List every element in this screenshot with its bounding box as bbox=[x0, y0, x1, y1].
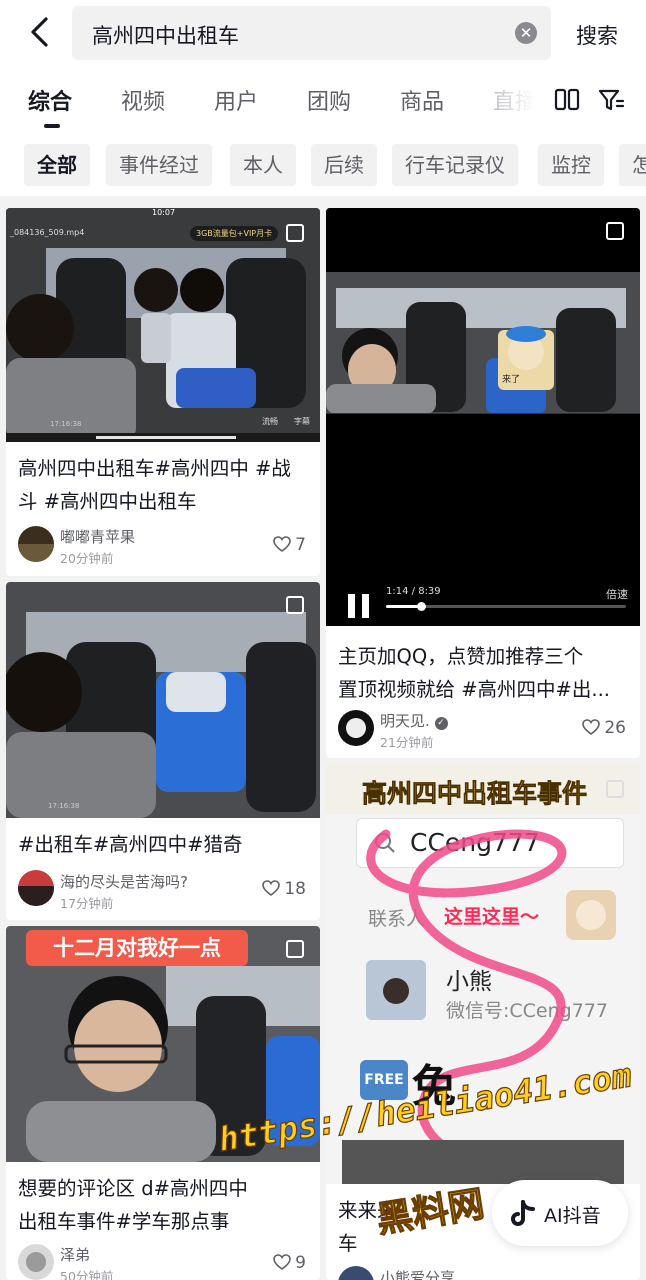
playback-time: 1:14 / 8:39 bbox=[386, 586, 441, 597]
avatar[interactable] bbox=[18, 1244, 54, 1280]
category-tabs: 综合 视频 用户 团购 商品 直播 bbox=[0, 66, 646, 134]
overlay-banner: 十二月对我好一点 bbox=[26, 930, 248, 966]
douyin-logo-icon bbox=[511, 1200, 535, 1226]
search-query: 高州四中出租车 bbox=[92, 24, 239, 48]
like-count[interactable]: 26 bbox=[582, 718, 626, 738]
car-interior-image bbox=[6, 208, 320, 442]
post-time: 17分钟前 bbox=[60, 896, 114, 911]
author-name[interactable]: 小熊爱分享 bbox=[380, 1267, 455, 1280]
card-title: 高州四中出租车#高州四中 #战 斗 #高州四中出租车 bbox=[18, 457, 291, 513]
ai-douyin-label: AI抖音 bbox=[544, 1205, 601, 1227]
pause-icon[interactable] bbox=[346, 592, 372, 620]
multi-image-icon bbox=[286, 596, 304, 614]
filter-chips: 全部 事件经过 本人 后续 行车记录仪 监控 怎 bbox=[0, 134, 646, 196]
filter-icon[interactable] bbox=[597, 86, 625, 114]
heart-icon bbox=[582, 719, 601, 735]
chip-follow-up[interactable]: 后续 bbox=[311, 144, 377, 186]
vip-badge: 3GB流量包+VIP月卡 bbox=[190, 226, 279, 241]
speed-button[interactable]: 倍速 bbox=[606, 586, 628, 602]
chip-self[interactable]: 本人 bbox=[230, 144, 296, 186]
multi-image-icon bbox=[286, 940, 304, 958]
tab-products[interactable]: 商品 bbox=[400, 84, 444, 116]
overlay-timestamp: 17:16:38 bbox=[50, 420, 82, 428]
video-card[interactable]: 十二月对我好一点 想要的评论区 d#高州四中 出租车事件#学车那点事 泽弟 50… bbox=[6, 926, 320, 1280]
author-name[interactable]: 泽弟 bbox=[60, 1244, 90, 1265]
ai-douyin-button[interactable]: AI抖音 bbox=[492, 1180, 628, 1246]
chip-more[interactable]: 怎 bbox=[619, 144, 646, 186]
chip-dashcam[interactable]: 行车记录仪 bbox=[392, 144, 518, 186]
chip-event[interactable]: 事件经过 bbox=[106, 144, 212, 186]
overlay-clock: 10:07 bbox=[152, 208, 176, 217]
active-tab-indicator bbox=[44, 124, 60, 128]
heart-icon bbox=[273, 536, 291, 552]
card-title: #出租车#高州四中#猎奇 bbox=[18, 833, 243, 856]
subtitle-button[interactable]: 字幕 bbox=[294, 416, 310, 427]
post-time: 21分钟前 bbox=[380, 735, 434, 750]
tab-group-buy[interactable]: 团购 bbox=[307, 84, 351, 116]
multi-image-icon bbox=[606, 780, 624, 798]
chip-all[interactable]: 全部 bbox=[24, 144, 90, 186]
overlay-timestamp: 17:16:38 bbox=[48, 802, 80, 810]
fluency-button[interactable]: 流畅 bbox=[262, 416, 278, 427]
author-name[interactable]: 海的尽头是苦海吗? bbox=[60, 871, 188, 892]
video-card[interactable]: 10:07 _084136_509.mp4 3GB流量包+VIP月卡 17:16… bbox=[6, 208, 320, 576]
multi-image-icon bbox=[606, 222, 624, 240]
author-name[interactable]: 嘟嘟青苹果 bbox=[60, 526, 135, 547]
back-arrow-icon[interactable] bbox=[24, 14, 56, 50]
like-count[interactable]: 9 bbox=[273, 1253, 306, 1273]
car-interior-image bbox=[6, 582, 320, 818]
card-title: 主页加QQ，点赞加推荐三个 置顶视频就给 #高州四中#出... bbox=[338, 645, 610, 701]
video-player[interactable]: 来了 1:14 / 8:39 倍速 bbox=[326, 208, 640, 626]
tab-video[interactable]: 视频 bbox=[121, 84, 165, 116]
like-count[interactable]: 7 bbox=[273, 535, 306, 555]
post-time: 50分钟前 bbox=[60, 1269, 114, 1280]
heart-icon bbox=[262, 880, 281, 896]
cat-sticker-label: 来了 bbox=[500, 372, 523, 385]
video-card[interactable]: 17:16:38 #出租车#高州四中#猎奇 海的尽头是苦海吗? 17分钟前 18 bbox=[6, 582, 320, 920]
car-interior-image bbox=[326, 208, 640, 626]
search-button[interactable]: 搜索 bbox=[576, 20, 618, 50]
tab-users[interactable]: 用户 bbox=[214, 84, 258, 116]
card-title: 想要的评论区 d#高州四中 出租车事件#学车那点事 bbox=[18, 1177, 248, 1233]
post-time: 20分钟前 bbox=[60, 551, 114, 566]
multi-image-icon bbox=[286, 224, 304, 242]
heart-icon bbox=[273, 1254, 291, 1270]
like-count[interactable]: 18 bbox=[262, 879, 306, 899]
avatar[interactable] bbox=[18, 870, 54, 906]
layout-toggle-icon[interactable] bbox=[553, 86, 581, 114]
progress-bar[interactable] bbox=[386, 602, 626, 611]
video-card[interactable]: 来了 1:14 / 8:39 倍速 主页加QQ，点赞加推荐三个 置顶视频就给 #… bbox=[326, 208, 640, 758]
avatar[interactable] bbox=[18, 526, 54, 562]
avatar[interactable] bbox=[338, 710, 374, 746]
author-name[interactable]: 明天见. ✓ bbox=[380, 710, 448, 731]
video-thumbnail: 17:16:38 bbox=[6, 582, 320, 818]
top-bar: 高州四中出租车 ✕ 搜索 bbox=[0, 0, 646, 66]
bottom-photo-strip bbox=[342, 1140, 624, 1184]
progress-fill bbox=[386, 605, 422, 608]
tab-comprehensive[interactable]: 综合 bbox=[28, 84, 72, 116]
avatar[interactable] bbox=[338, 1266, 374, 1280]
video-thumbnail: 10:07 _084136_509.mp4 3GB流量包+VIP月卡 17:16… bbox=[6, 208, 320, 442]
search-input[interactable]: 高州四中出租车 ✕ bbox=[72, 6, 551, 60]
verified-icon: ✓ bbox=[434, 717, 448, 730]
chip-monitor[interactable]: 监控 bbox=[538, 144, 604, 186]
tab-fade bbox=[470, 66, 550, 134]
clear-search-icon[interactable]: ✕ bbox=[515, 22, 537, 44]
overlay-filename: _084136_509.mp4 bbox=[10, 228, 85, 237]
